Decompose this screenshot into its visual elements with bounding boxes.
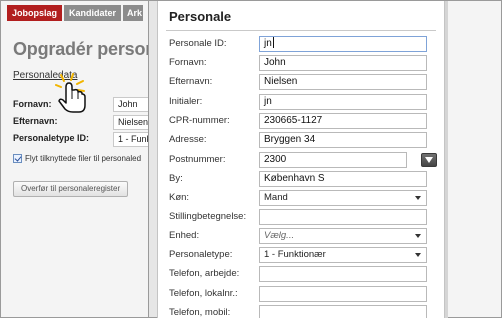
by-label: By: xyxy=(169,173,183,184)
tab-kandidater[interactable]: Kandidater xyxy=(64,5,122,21)
telefon-mobil-input[interactable] xyxy=(259,305,427,318)
initialer-label: Initialer: xyxy=(169,96,203,107)
personaletype-id-label: Personaletype ID: xyxy=(13,133,90,143)
row-efternavn: Efternavn: Nielsen xyxy=(169,74,439,90)
initialer-input[interactable]: jn xyxy=(259,94,427,110)
postnummer-label: Postnummer: xyxy=(169,154,226,165)
fornavn-input[interactable]: John xyxy=(113,97,153,112)
row-initialer: Initialer: jn xyxy=(169,94,439,110)
personale-id-value: jn xyxy=(264,38,272,49)
telefon-arbejde-input[interactable] xyxy=(259,266,427,282)
telefon-mobil-label: Telefon, mobil: xyxy=(169,307,231,318)
page-title: Opgradér person xyxy=(13,39,157,59)
personaletype-id-select[interactable]: 1 - Funk xyxy=(113,132,153,147)
koen-label: Køn: xyxy=(169,192,190,203)
row-telefon-lokalnr: Telefon, lokalnr.: xyxy=(169,286,439,302)
efternavn-label: Efternavn: xyxy=(13,116,58,126)
chevron-down-icon xyxy=(415,253,421,257)
stillingbetegnelse-label: Stillingbetegnelse: xyxy=(169,211,247,222)
stillingbetegnelse-input[interactable] xyxy=(259,209,427,225)
cpr-nummer-label: CPR-nummer: xyxy=(169,115,230,126)
text-caret xyxy=(272,37,274,48)
move-files-checkbox[interactable] xyxy=(13,154,22,163)
row-by: By: København S xyxy=(169,171,439,187)
row-postnummer: Postnummer: 2300 xyxy=(169,152,439,168)
personale-dialog: Personale Personale ID: jn Fornavn: John… xyxy=(148,0,448,318)
row-telefon-arbejde: Telefon, arbejde: xyxy=(169,266,439,282)
telefon-lokalnr-label: Telefon, lokalnr.: xyxy=(169,288,238,299)
chevron-down-icon xyxy=(415,234,421,238)
koen-select[interactable]: Mand xyxy=(259,190,427,206)
row-adresse: Adresse: Bryggen 34 xyxy=(169,132,439,148)
dropdown-arrow-icon[interactable] xyxy=(421,153,437,167)
telefon-arbejde-label: Telefon, arbejde: xyxy=(169,268,240,279)
enhed-select[interactable]: Vælg... xyxy=(259,228,427,244)
dialog-title: Personale xyxy=(169,9,232,24)
chevron-down-icon xyxy=(415,196,421,200)
personaletype-label: Personaletype: xyxy=(169,249,233,260)
move-files-option[interactable]: Flyt tilknyttede filer til personaled xyxy=(13,154,141,163)
row-stillingbetegnelse: Stillingbetegnelse: xyxy=(169,209,439,225)
top-navigation: Jobopslag Kandidater Ark xyxy=(7,5,145,21)
personale-id-input[interactable]: jn xyxy=(259,36,427,52)
row-enhed: Enhed: Vælg... xyxy=(169,228,439,244)
enhed-placeholder: Vælg... xyxy=(264,230,295,241)
row-cpr-nummer: CPR-nummer: 230665-1127 xyxy=(169,113,439,129)
row-koen: Køn: Mand xyxy=(169,190,439,206)
cpr-nummer-input[interactable]: 230665-1127 xyxy=(259,113,427,129)
personaletype-select[interactable]: 1 - Funktionær xyxy=(259,247,427,263)
row-personaletype: Personaletype: 1 - Funktionær xyxy=(169,247,439,263)
fornavn-label: Fornavn: xyxy=(169,57,207,68)
fornavn-label: Fornavn: xyxy=(13,99,52,109)
move-files-label: Flyt tilknyttede filer til personaled xyxy=(25,154,142,163)
fornavn-input[interactable]: John xyxy=(259,55,427,71)
row-fornavn: Fornavn: John xyxy=(169,55,439,71)
adresse-input[interactable]: Bryggen 34 xyxy=(259,132,427,148)
telefon-lokalnr-input[interactable] xyxy=(259,286,427,302)
adresse-label: Adresse: xyxy=(169,134,207,145)
by-input[interactable]: København S xyxy=(259,171,427,187)
hand-pointer-icon xyxy=(55,73,86,113)
row-personale-id: Personale ID: jn xyxy=(169,36,439,52)
personale-dialog-body: Personale Personale ID: jn Fornavn: John… xyxy=(157,1,445,318)
tab-jobopslag[interactable]: Jobopslag xyxy=(7,5,63,21)
personale-id-label: Personale ID: xyxy=(169,38,227,49)
transfer-button[interactable]: Overfør til personaleregister xyxy=(13,181,129,197)
row-telefon-mobil: Telefon, mobil: xyxy=(169,305,439,318)
efternavn-input[interactable]: Nielsen xyxy=(259,74,427,90)
efternavn-input[interactable]: Nielsen xyxy=(113,115,153,130)
tab-ark[interactable]: Ark xyxy=(123,5,144,21)
enhed-label: Enhed: xyxy=(169,230,200,241)
personaletype-selected-value: 1 - Funktionær xyxy=(264,249,326,260)
postnummer-input[interactable]: 2300 xyxy=(259,152,407,168)
koen-selected-value: Mand xyxy=(264,192,288,203)
title-divider xyxy=(166,30,436,31)
dialog-scroll-edge xyxy=(445,1,448,318)
efternavn-label: Efternavn: xyxy=(169,76,213,87)
